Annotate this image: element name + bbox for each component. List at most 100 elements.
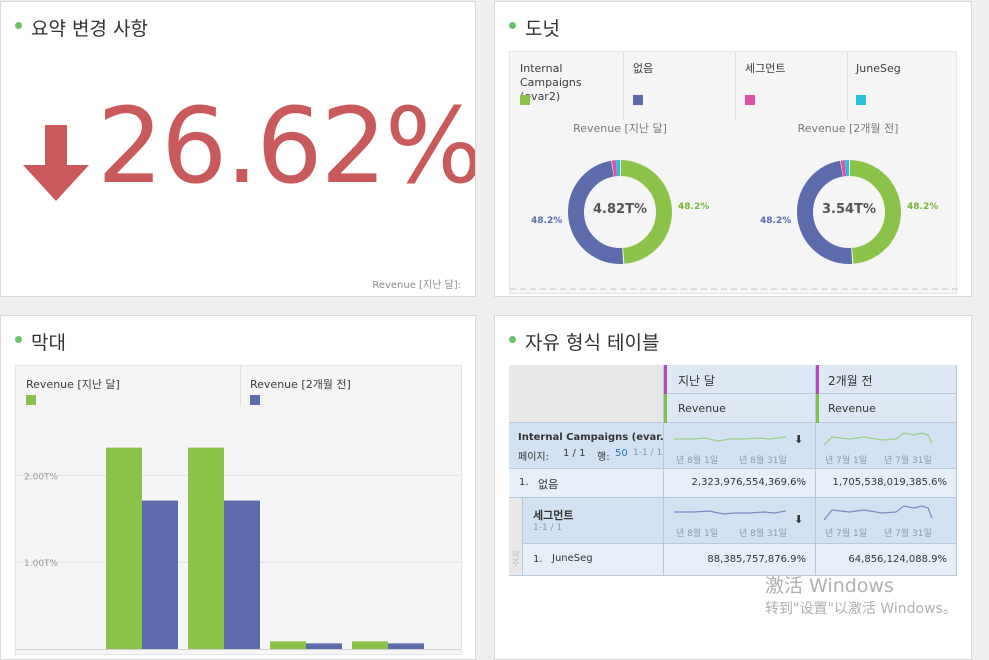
sparkline-cell: ⬇ 년 8월 1일 년 8월 31일 (664, 498, 816, 544)
legend-swatch (633, 95, 643, 105)
legend-label: 없음 (633, 62, 654, 75)
axis-tick: 년 7월 1일 (825, 456, 868, 466)
trend-sparkline[interactable] (674, 427, 786, 449)
metric-header-revenue[interactable]: Revenue (664, 394, 816, 423)
donut-right-pct: 48.2% (678, 202, 710, 212)
bar-panel-title[interactable]: 막대 (31, 328, 66, 355)
metric-header-revenue[interactable]: Revenue (816, 394, 957, 423)
bar-chart-area: Revenue [지난 달] Revenue [2개월 전] 1.00T% 2.0… (15, 365, 462, 655)
activation-watermark-subtitle: 转到"设置"以激活 Windows。 (765, 601, 957, 617)
legend-swatch (250, 395, 260, 405)
donut-right-pct: 48.2% (907, 202, 939, 212)
page-label: 페이지: (518, 452, 549, 463)
summary-panel: 요약 변경 사항 26.62% Revenue [지난 달]: (0, 1, 476, 297)
bar-last-month[interactable] (188, 447, 224, 649)
table-panel-title[interactable]: 자유 형식 테이블 (525, 328, 659, 355)
row-range: 1-1 / 1 (633, 448, 663, 458)
donut-caption: Revenue [2개월 전] (797, 122, 899, 135)
table-row[interactable]: 1. JuneSeg (523, 544, 664, 576)
legend-swatch (520, 95, 530, 105)
sparkline-cell: 년 7월 1일 년 7월 31일 (816, 498, 957, 544)
row-number: 1. (533, 554, 543, 565)
table-cell: 2,323,976,554,369.6% (664, 469, 816, 498)
page-value[interactable]: 1 / 1 (563, 448, 585, 459)
panel-status-dot (15, 22, 22, 29)
trend-sparkline[interactable] (824, 502, 934, 524)
sparkline-cell: ⬇ 년 8월 1일 년 8월 31일 (664, 423, 816, 469)
table-cell: 1,705,538,019,385.6% (816, 469, 957, 498)
bar-last-month[interactable] (270, 641, 306, 649)
summary-panel-title[interactable]: 요약 변경 사항 (31, 14, 148, 41)
column-color-bar (664, 394, 667, 423)
rows-per-page-select[interactable]: 50 (615, 448, 628, 459)
segment-range: 1-1 / 1 (533, 523, 563, 533)
donut-left-pct: 48.2% (531, 216, 563, 226)
bar-last-month[interactable] (352, 641, 388, 649)
column-color-bar (816, 365, 819, 394)
panel-status-dot (509, 22, 516, 29)
panel-status-dot (15, 336, 22, 343)
dimension-header[interactable]: Internal Campaigns (evar... 페이지: 1 / 1 행… (509, 423, 671, 469)
donut-chart-area: Internal Campaigns (evar2) 없음 세그먼트 JuneS… (509, 51, 958, 294)
legend-label: Revenue [2개월 전] (250, 378, 351, 391)
axis-tick: 년 7월 31일 (884, 529, 932, 539)
activation-watermark-title: 激活 Windows (765, 575, 894, 597)
y-tick-label: 1.00T% (24, 559, 59, 569)
cell-value: 88,385,757,876.9% (707, 554, 806, 565)
table-corner (509, 365, 664, 423)
trend-sparkline[interactable] (674, 502, 786, 524)
segment-header[interactable]: 세그먼트 1-1 / 1 (523, 498, 664, 544)
bar-two-months-ago[interactable] (142, 500, 178, 649)
summary-change-value: 26.62% (97, 85, 476, 207)
arrow-down-icon (23, 125, 89, 201)
cell-value: 64,856,124,088.9% (848, 554, 947, 565)
row-number: 1. (519, 477, 529, 488)
column-header-label: 2개월 전 (828, 374, 873, 388)
axis-tick: 년 8월 1일 (676, 456, 719, 466)
column-color-bar (816, 394, 819, 423)
y-tick-label: 2.00T% (24, 472, 59, 482)
axis-tick: 년 8월 31일 (739, 529, 787, 539)
legend-divider (847, 52, 848, 120)
bar-two-months-ago[interactable] (388, 643, 424, 649)
donut-left-pct: 48.2% (760, 216, 792, 226)
panel-status-dot (509, 336, 516, 343)
donut-caption: Revenue [지난 달] (573, 122, 667, 135)
metric-label: Revenue (678, 402, 726, 415)
legend-label: Revenue [지난 달] (26, 378, 120, 391)
sparkline-cell: 년 7월 1일 년 7월 31일 (816, 423, 957, 469)
column-header-two-months-ago[interactable]: 2개월 전 (816, 365, 957, 394)
column-header-last-month[interactable]: 지난 달 (664, 365, 816, 394)
summary-footer: Revenue [지난 달]: (372, 280, 461, 291)
legend-label: JuneSeg (856, 62, 901, 75)
legend-swatch (856, 95, 866, 105)
column-header-label: 지난 달 (678, 374, 715, 388)
donut-center-value: 3.54T% (822, 202, 876, 217)
donut-center-value: 4.82T% (593, 202, 647, 217)
bar-two-months-ago[interactable] (224, 500, 260, 649)
sort-down-icon[interactable]: ⬇ (794, 513, 803, 526)
legend-divider (735, 52, 736, 120)
cell-value: 1,705,538,019,385.6% (832, 477, 947, 488)
table-row[interactable]: 1. 없음 (509, 469, 664, 498)
bar-two-months-ago[interactable] (306, 643, 342, 649)
bar-chart: 1.00T% 2.00T% (16, 447, 461, 650)
legend-swatch (26, 395, 36, 405)
dimension-title: Internal Campaigns (evar... (518, 432, 672, 443)
bar-panel: 막대 Revenue [지난 달] Revenue [2개월 전] 1.00T%… (0, 315, 476, 660)
legend-label: 세그먼트 (745, 62, 786, 75)
cell-value: 2,323,976,554,369.6% (691, 477, 806, 488)
rows-label: 행: (597, 452, 610, 463)
axis-tick: 년 8월 31일 (739, 456, 787, 466)
trend-sparkline[interactable] (824, 427, 934, 449)
dashed-divider (510, 288, 958, 290)
donut-panel-title[interactable]: 도넛 (525, 14, 560, 41)
freeform-table: 지난 달 2개월 전 Revenue Revenue Internal Camp… (509, 365, 957, 576)
bar-last-month[interactable] (106, 447, 142, 649)
segment-side-text: 이 주 (512, 550, 520, 568)
axis-tick: 년 8월 1일 (676, 529, 719, 539)
legend-divider (240, 366, 241, 406)
legend-swatch (745, 95, 755, 105)
row-label: 없음 (538, 478, 559, 491)
sort-down-icon[interactable]: ⬇ (794, 433, 803, 446)
